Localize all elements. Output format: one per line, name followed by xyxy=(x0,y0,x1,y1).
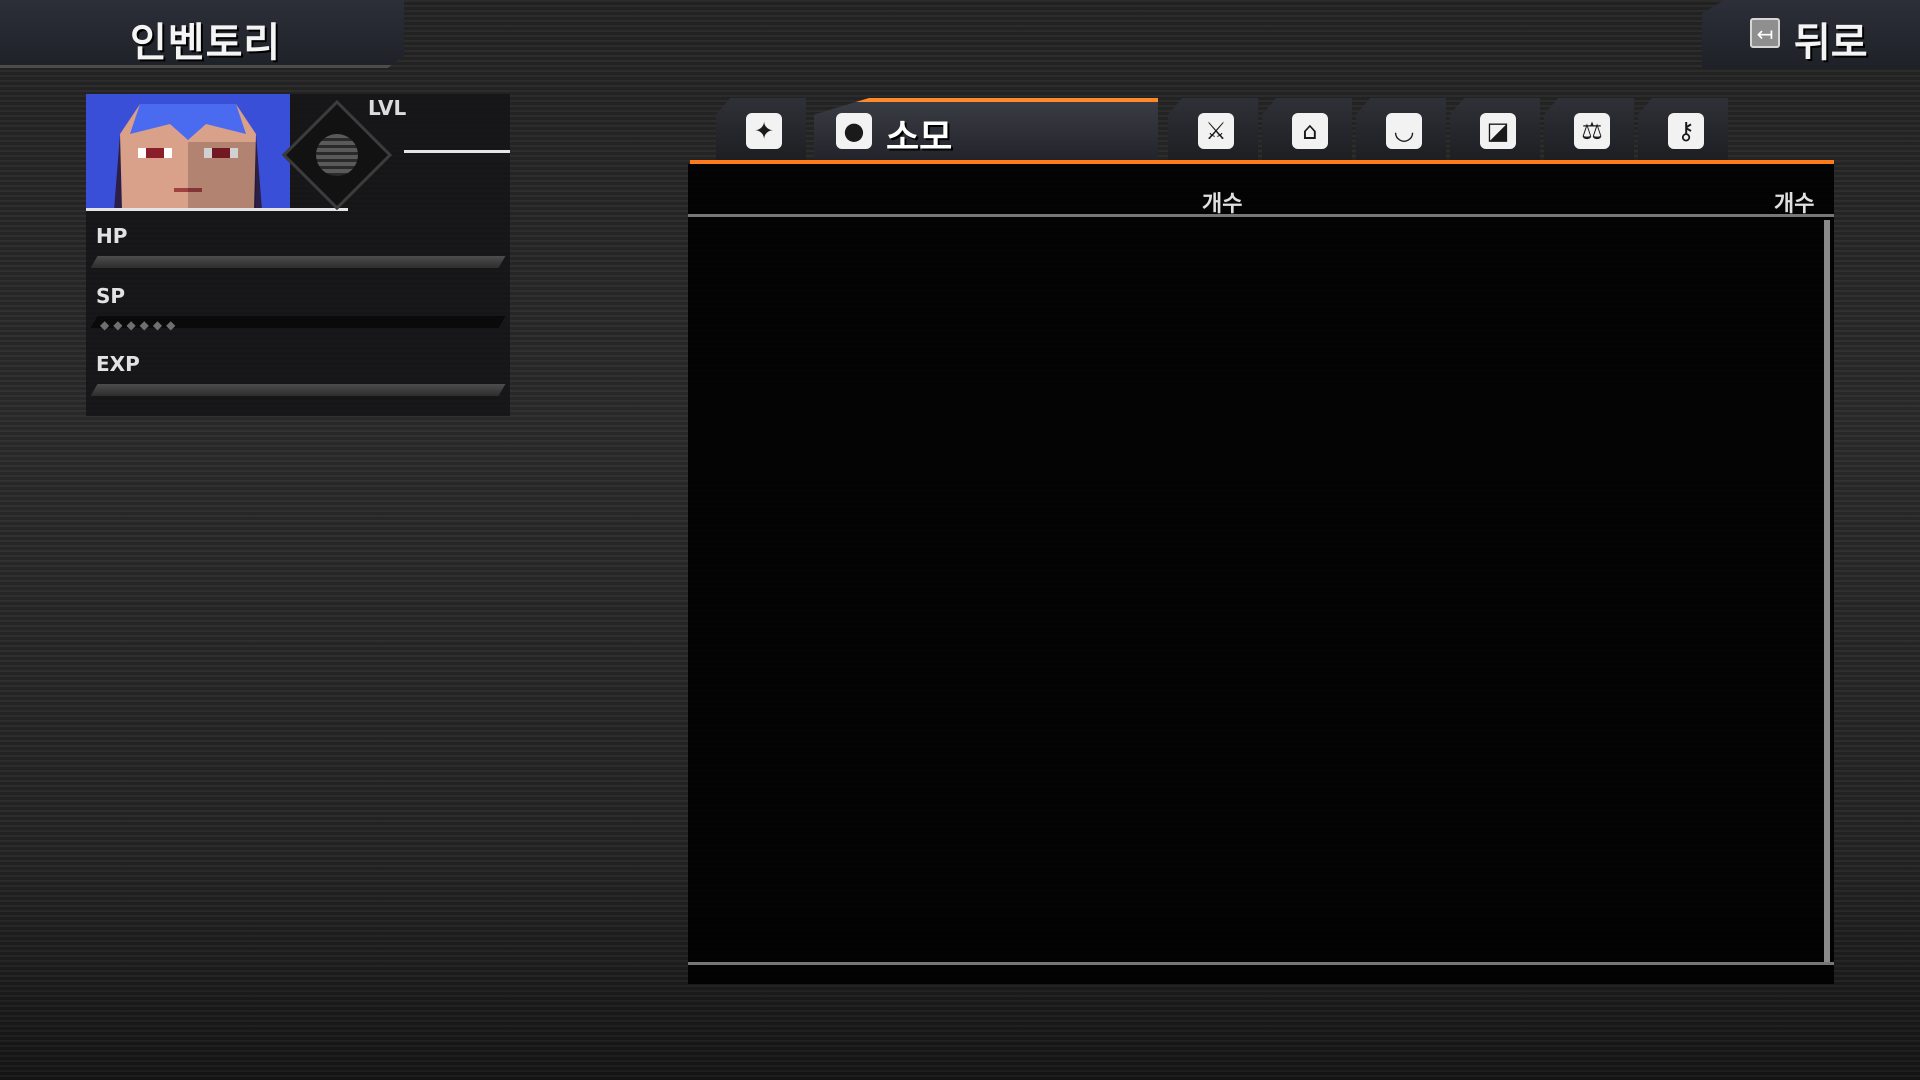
portrait-image xyxy=(86,94,290,210)
list-footer-divider xyxy=(688,962,1834,965)
helmet-icon: ⌂ xyxy=(1292,113,1328,149)
tab-trade[interactable]: ⚖ xyxy=(1544,98,1634,162)
item-list[interactable]: 개수 개수 xyxy=(688,164,1834,984)
hp-bar-fill xyxy=(90,256,506,268)
back-label: 뒤로 xyxy=(1794,20,1868,66)
portrait-divider xyxy=(86,208,348,211)
hp-bar xyxy=(90,256,506,268)
character-status-panel: LVL HP SP ◆◆◆◆◆◆ EXP xyxy=(86,94,510,416)
back-button[interactable]: ↤ 뒤로 xyxy=(1702,0,1920,68)
title-panel: 인벤토리 xyxy=(0,0,404,68)
tab-boots[interactable]: ◪ xyxy=(1450,98,1540,162)
boots-icon: ◪ xyxy=(1480,113,1516,149)
level-label: LVL xyxy=(368,96,407,120)
tab-consumable[interactable]: ● 소모 xyxy=(814,98,1158,162)
exp-label: EXP xyxy=(96,352,140,376)
exp-bar-fill xyxy=(90,384,506,396)
star-icon: ✦ xyxy=(746,113,782,149)
inventory-screen: 인벤토리 ↤ 뒤로 LVL HP SP ◆◆◆◆◆◆ EXP ✦ ● 소모 ⚔ … xyxy=(0,0,1920,1080)
tab-all[interactable]: ✦ xyxy=(716,98,806,162)
potion-icon: ● xyxy=(836,113,872,149)
tab-helmet[interactable]: ⌂ xyxy=(1262,98,1352,162)
exp-bar xyxy=(90,384,506,396)
sp-label: SP xyxy=(96,284,126,308)
page-title: 인벤토리 xyxy=(130,20,282,66)
hp-label: HP xyxy=(96,224,128,248)
tab-key-items[interactable]: ⚷ xyxy=(1638,98,1728,162)
category-tabs: ✦ ● 소모 ⚔ ⌂ ◡ ◪ ⚖ ⚷ xyxy=(716,98,1836,164)
character-portrait xyxy=(86,94,290,210)
level-orb-icon xyxy=(316,134,358,176)
sword-icon: ⚔ xyxy=(1198,113,1234,149)
tab-consumable-label: 소모 xyxy=(886,117,953,158)
list-header-divider xyxy=(688,214,1834,217)
sp-pips: ◆◆◆◆◆◆ xyxy=(100,318,180,332)
armor-icon: ◡ xyxy=(1386,113,1422,149)
balance-icon: ⚖ xyxy=(1574,113,1610,149)
tab-weapon[interactable]: ⚔ xyxy=(1168,98,1258,162)
level-divider xyxy=(404,150,510,153)
tab-armor[interactable]: ◡ xyxy=(1356,98,1446,162)
scrollbar[interactable] xyxy=(1824,220,1830,962)
key-icon: ⚷ xyxy=(1668,113,1704,149)
back-arrow-icon: ↤ xyxy=(1750,18,1780,48)
scrollbar-thumb[interactable] xyxy=(1824,220,1830,962)
